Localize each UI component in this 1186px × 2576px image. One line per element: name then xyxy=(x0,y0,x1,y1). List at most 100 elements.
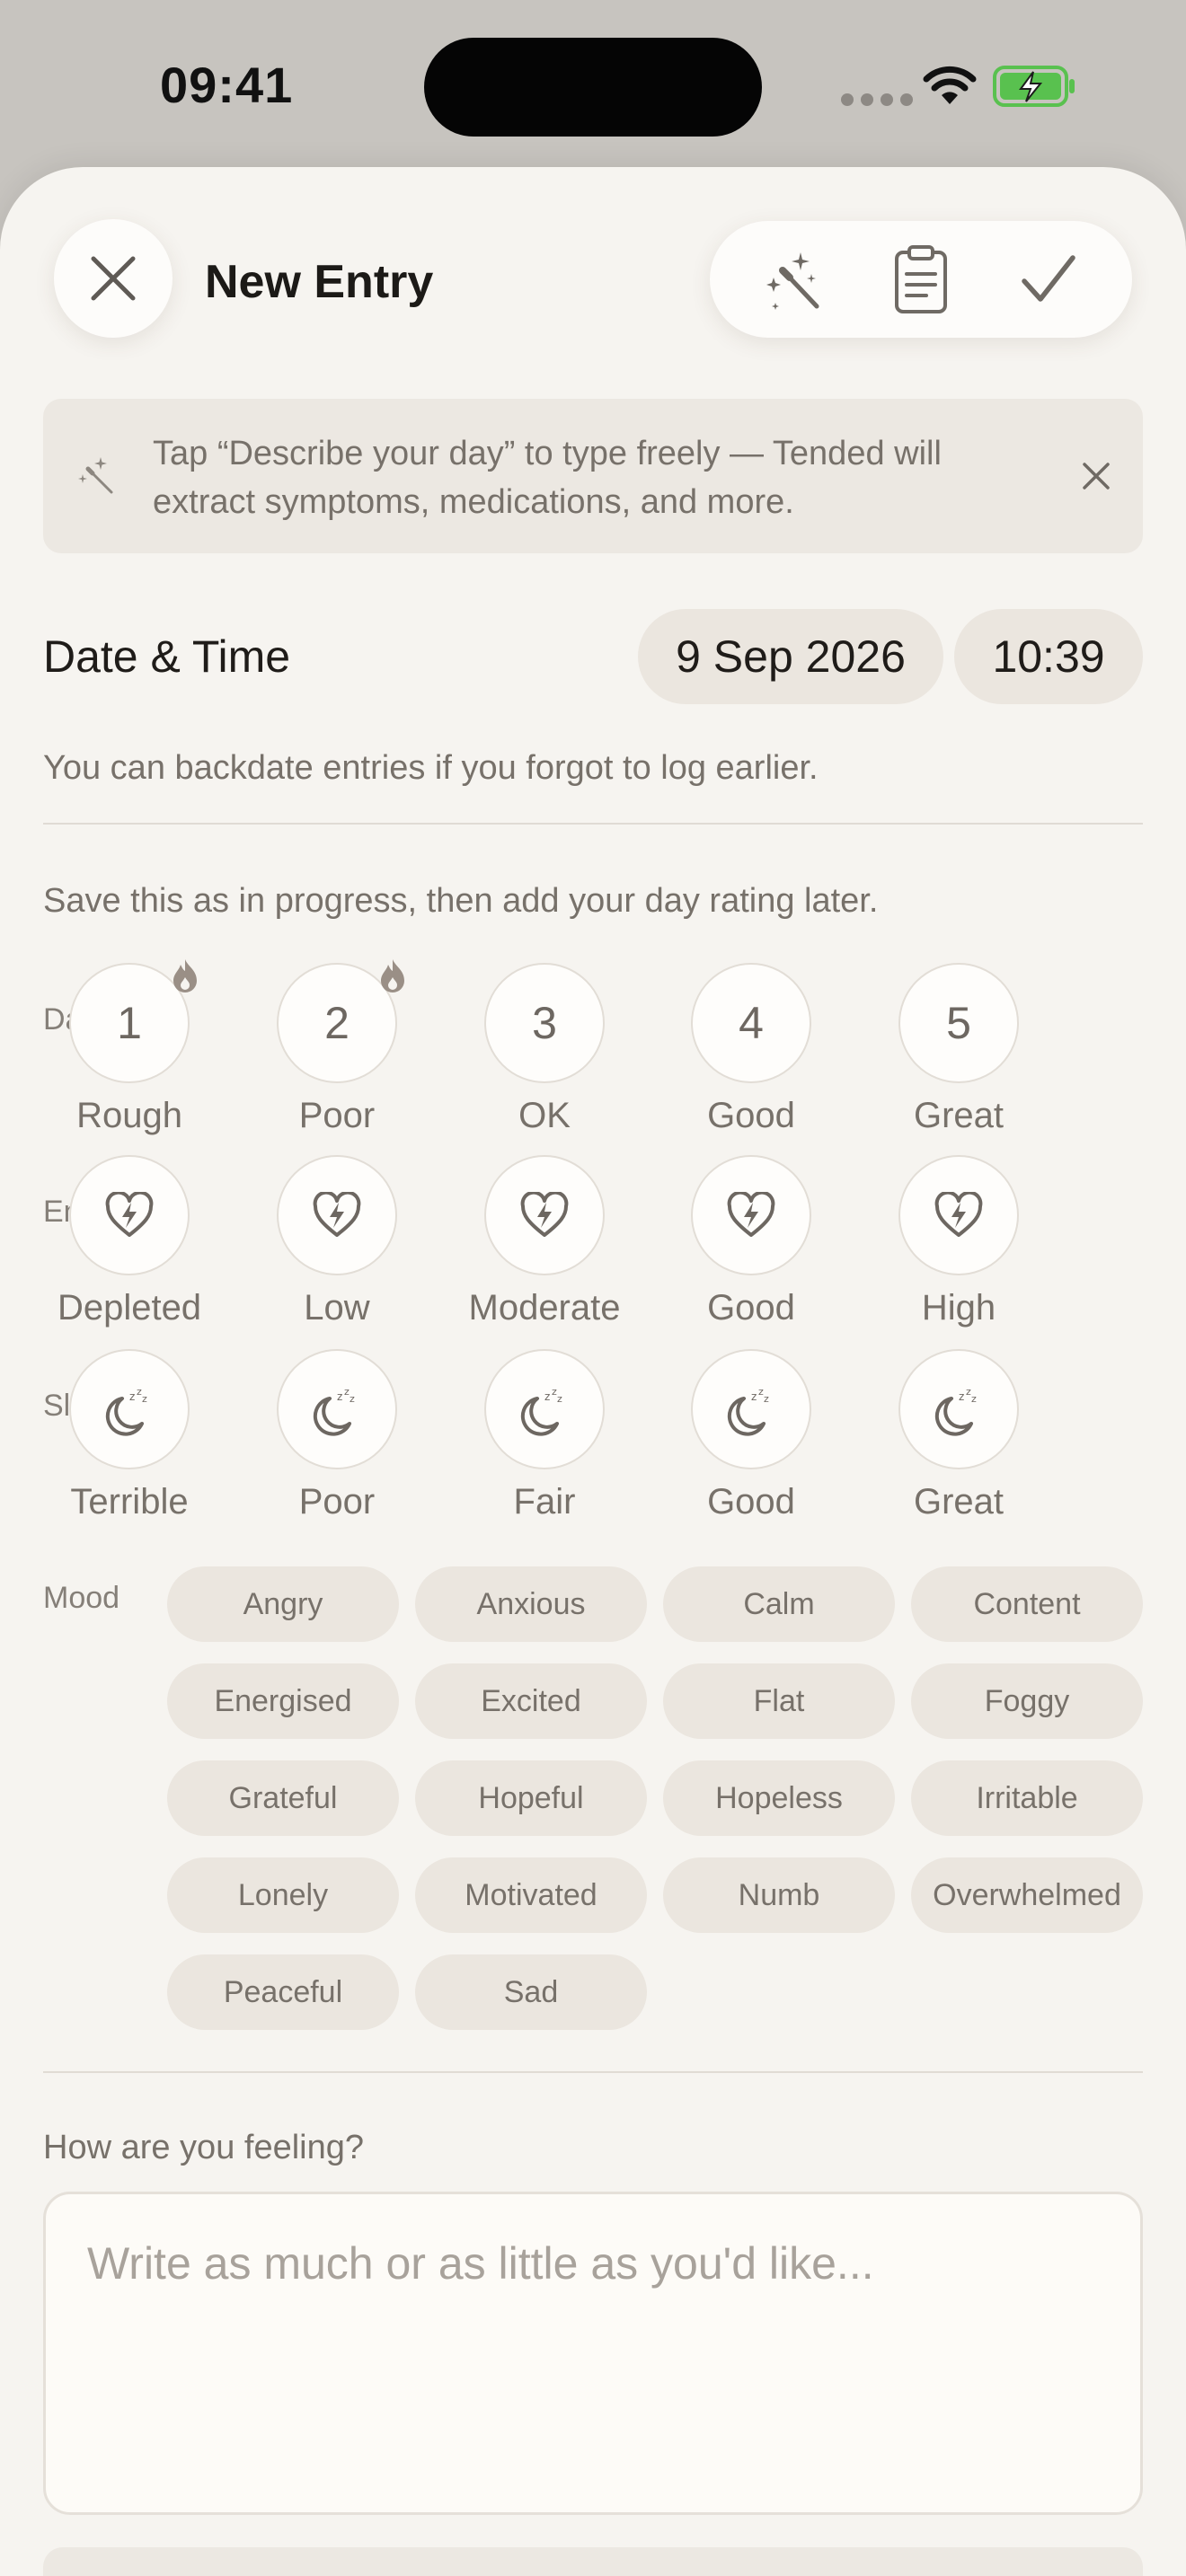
day-option[interactable]: 2 Poor xyxy=(229,959,445,1136)
checkmark-icon xyxy=(1022,255,1075,302)
close-icon xyxy=(91,256,136,301)
sleep-option[interactable]: z z z Great xyxy=(851,1349,1067,1522)
energy-option-button[interactable] xyxy=(898,1155,1019,1275)
moon-zzz-icon: z zz xyxy=(105,1386,147,1436)
day-option-button[interactable]: 4 xyxy=(691,963,811,1083)
day-option-button[interactable]: 5 xyxy=(898,963,1019,1083)
day-option[interactable]: 5 Great xyxy=(851,963,1067,1136)
energy-option-button[interactable] xyxy=(484,1155,605,1275)
energy-option-button[interactable] xyxy=(69,1155,190,1275)
sparkle-wand-icon xyxy=(78,457,113,494)
energy-option-button[interactable] xyxy=(691,1155,811,1275)
svg-text:z: z xyxy=(557,1393,562,1405)
mood-chip[interactable]: Content xyxy=(911,1566,1143,1642)
sleep-option-button[interactable]: zzz xyxy=(691,1349,811,1469)
day-option[interactable]: 1 Rough xyxy=(22,959,237,1136)
sleep-option[interactable]: z z z Good xyxy=(643,1349,859,1522)
mood-chip[interactable]: Energised xyxy=(167,1663,399,1739)
mood-row-label: Mood xyxy=(43,1581,120,1615)
heart-bolt-icon xyxy=(105,1192,154,1237)
svg-text:z: z xyxy=(350,1393,355,1405)
heart-bolt-icon xyxy=(313,1192,361,1237)
new-entry-sheet: New Entry Tap “Describe your day” to typ… xyxy=(0,167,1186,2576)
progress-hint: Save this as in progress, then add your … xyxy=(43,882,879,920)
divider xyxy=(43,823,1143,825)
sleep-option[interactable]: z z z Poor xyxy=(229,1349,445,1522)
describe-day-button[interactable] xyxy=(748,234,838,324)
svg-text:z: z xyxy=(337,1390,342,1403)
sleep-option-label: Poor xyxy=(298,1482,376,1522)
sleep-option-button[interactable]: zzz xyxy=(484,1349,605,1469)
mood-chip[interactable]: Flat xyxy=(663,1663,895,1739)
day-option-label: Rough xyxy=(76,1096,182,1135)
mood-chip[interactable]: Excited xyxy=(415,1663,647,1739)
mood-chip[interactable]: Motivated xyxy=(415,1857,647,1933)
energy-option[interactable]: Good xyxy=(643,1155,859,1328)
moon-zzz-icon: z zz xyxy=(520,1386,562,1436)
templates-button[interactable] xyxy=(876,234,966,324)
battery-charging-icon xyxy=(993,66,1075,107)
energy-option[interactable]: High xyxy=(851,1155,1067,1328)
mood-chip[interactable]: Hopeful xyxy=(415,1760,647,1836)
sleep-option-button[interactable]: zzz xyxy=(277,1349,397,1469)
energy-option[interactable]: Depleted xyxy=(22,1155,237,1328)
dynamic-island xyxy=(424,38,762,137)
dismiss-tip-button[interactable] xyxy=(1073,453,1120,499)
moon-zzz-icon: z zz xyxy=(313,1386,355,1436)
wifi-icon xyxy=(923,66,977,104)
mood-chip[interactable]: Sad xyxy=(415,1954,647,2030)
mood-chip[interactable]: Numb xyxy=(663,1857,895,1933)
cellular-signal-icon xyxy=(841,93,913,106)
mood-chip[interactable]: Calm xyxy=(663,1566,895,1642)
mood-chip[interactable]: Hopeless xyxy=(663,1760,895,1836)
energy-option[interactable]: Moderate xyxy=(437,1155,652,1328)
energy-option-button[interactable] xyxy=(277,1155,397,1275)
mood-chip[interactable]: Irritable xyxy=(911,1760,1143,1836)
sleep-option-button[interactable]: zzz xyxy=(69,1349,190,1469)
mood-chip[interactable]: Overwhelmed xyxy=(911,1857,1143,1933)
sleep-option-label: Good xyxy=(707,1482,795,1522)
sleep-option[interactable]: z z z Terrible xyxy=(22,1349,237,1522)
mood-chip[interactable]: Lonely xyxy=(167,1857,399,1933)
svg-text:z: z xyxy=(959,1390,964,1403)
feeling-textarea[interactable] xyxy=(43,2192,1143,2515)
day-option-label: Poor xyxy=(298,1096,376,1135)
day-option-button[interactable]: 1 xyxy=(69,959,197,1083)
sleep-option-label: Great xyxy=(913,1482,1005,1522)
time-picker-button[interactable]: 10:39 xyxy=(954,609,1143,704)
svg-text:z: z xyxy=(971,1393,977,1405)
day-option[interactable]: 4 Good xyxy=(643,963,859,1136)
divider xyxy=(43,2071,1143,2073)
day-option[interactable]: 3 OK xyxy=(437,963,652,1136)
flame-icon xyxy=(381,959,404,992)
svg-text:z: z xyxy=(764,1393,769,1405)
close-button[interactable] xyxy=(54,219,173,338)
day-value: 3 xyxy=(532,998,557,1048)
heart-bolt-icon xyxy=(727,1192,775,1237)
page-title: New Entry xyxy=(205,256,434,308)
svg-text:z: z xyxy=(142,1393,147,1405)
energy-option[interactable]: Low xyxy=(229,1155,445,1328)
energy-option-label: Good xyxy=(707,1288,795,1328)
sleep-option-button[interactable]: zzz xyxy=(898,1349,1019,1469)
backdate-hint: You can backdate entries if you forgot t… xyxy=(43,749,819,787)
mood-chip[interactable]: Anxious xyxy=(415,1566,647,1642)
close-icon xyxy=(1083,463,1110,490)
day-option-button[interactable]: 2 xyxy=(277,959,404,1083)
feeling-label: How are you feeling? xyxy=(43,2129,364,2166)
mood-chip[interactable]: Grateful xyxy=(167,1760,399,1836)
sleep-option[interactable]: z z z Fair xyxy=(437,1349,652,1522)
mood-chip[interactable]: Foggy xyxy=(911,1663,1143,1739)
next-section-peek xyxy=(43,2547,1143,2576)
date-picker-button[interactable]: 9 Sep 2026 xyxy=(638,609,943,704)
header-actions xyxy=(710,221,1132,338)
magic-wand-icon xyxy=(766,252,819,310)
clipboard-icon xyxy=(895,245,947,313)
save-button[interactable] xyxy=(1004,234,1093,324)
day-option-label: Good xyxy=(707,1096,795,1135)
heart-bolt-icon xyxy=(934,1192,983,1237)
date-time-label: Date & Time xyxy=(43,631,291,682)
mood-chip[interactable]: Angry xyxy=(167,1566,399,1642)
day-option-button[interactable]: 3 xyxy=(484,963,605,1083)
mood-chip[interactable]: Peaceful xyxy=(167,1954,399,2030)
